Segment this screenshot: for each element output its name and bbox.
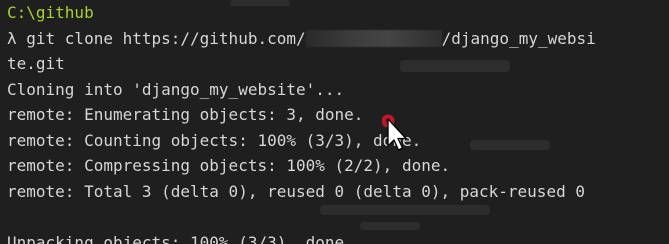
output-line: Unpacking objects: 100% (3/3), done. xyxy=(7,232,354,244)
command-wrap: te.git xyxy=(7,54,65,73)
output-line: Cloning into 'django_my_website'... xyxy=(7,79,345,99)
command-prefix: λ git clone https://github.com/ xyxy=(7,28,306,48)
output-line: remote: Enumerating objects: 3, done. xyxy=(7,105,364,124)
git-clone-command: λ git clone https://github.com/ /django_m… xyxy=(7,26,669,52)
terminal-window[interactable]: C:\github λ git clone https://github.com… xyxy=(0,0,669,244)
output-line: remote: Compressing objects: 100% (2/2),… xyxy=(7,156,451,175)
terminal-output[interactable]: C:\github λ git clone https://github.com… xyxy=(7,0,669,244)
output-line: remote: Total 3 (delta 0), reused 0 (del… xyxy=(7,181,585,201)
command-suffix: /django_my_websi xyxy=(441,28,596,48)
output-line: remote: Counting objects: 100% (3/3), do… xyxy=(7,130,422,150)
current-directory: C:\github xyxy=(7,3,94,22)
redacted-username xyxy=(305,29,442,47)
mouse-pointer-icon xyxy=(382,114,407,151)
